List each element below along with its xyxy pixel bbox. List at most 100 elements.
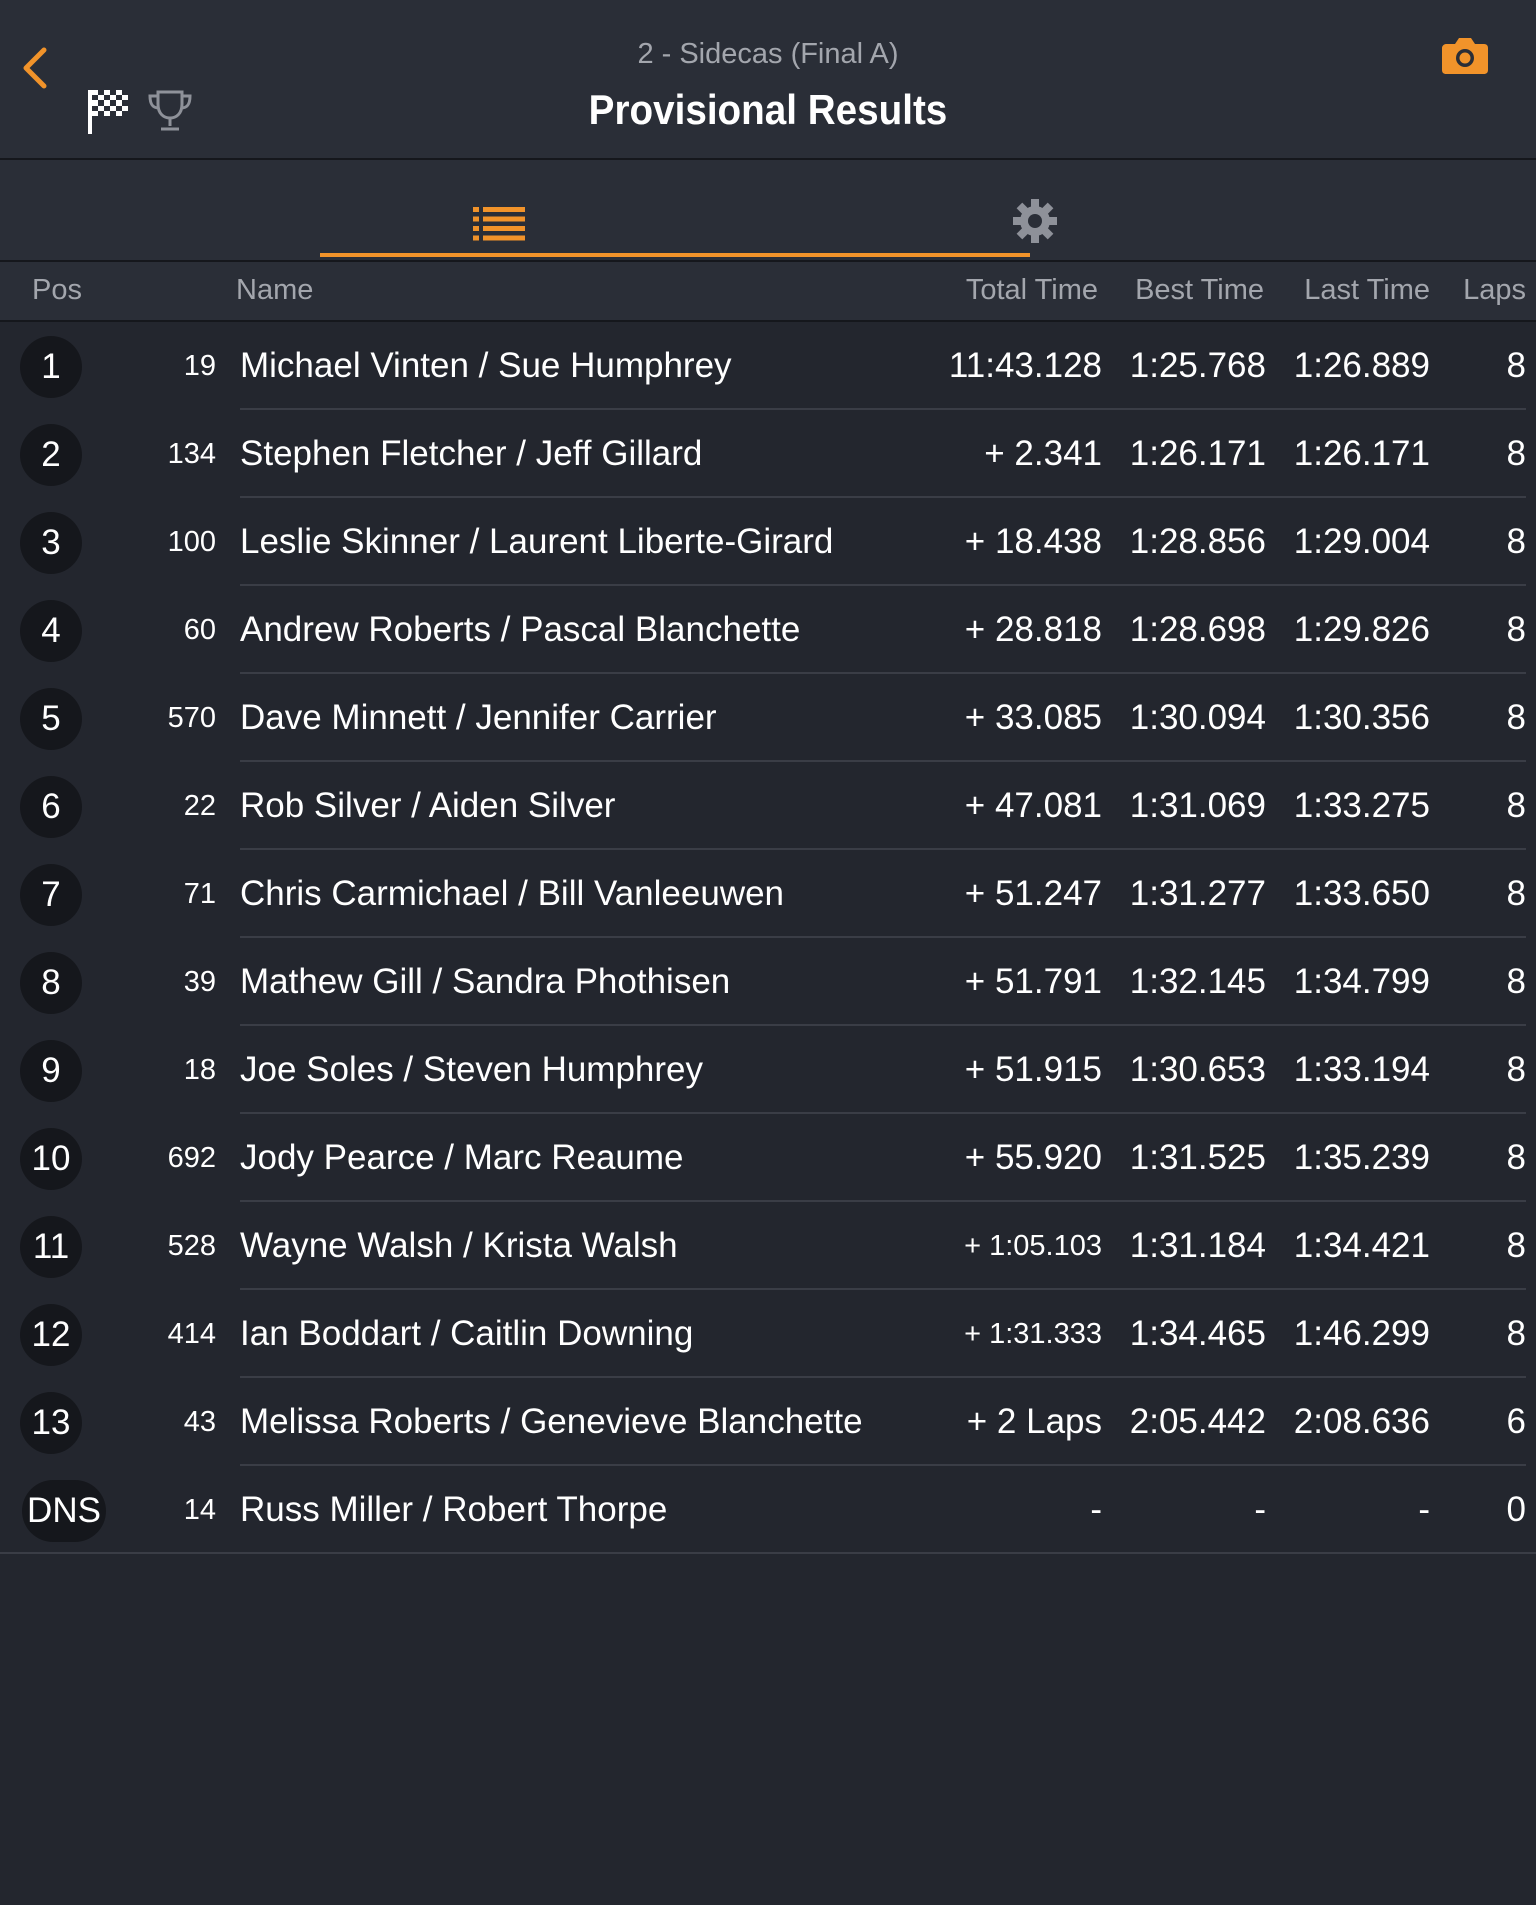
page-title: Provisional Results (588, 86, 948, 133)
race-subtitle: 2 - Sidecas (Final A) (637, 38, 899, 70)
laps-count: 8 (1506, 1314, 1526, 1353)
position-badge: 6 (20, 776, 82, 838)
racer-names: Andrew Roberts / Pascal Blanchette (240, 610, 801, 649)
position-badge: DNS (22, 1480, 106, 1542)
laps-count: 0 (1506, 1490, 1526, 1529)
racer-names: Ian Boddart / Caitlin Downing (240, 1314, 694, 1353)
column-header-total-time[interactable]: Total Time (966, 274, 1098, 307)
table-row[interactable]: 8 39 Mathew Gill / Sandra Phothisen + 51… (0, 938, 1536, 1026)
racer-number: 570 (167, 702, 216, 734)
best-time: 1:30.653 (1129, 1050, 1266, 1089)
total-time: - (1090, 1490, 1102, 1529)
racer-names: Joe Soles / Steven Humphrey (240, 1050, 704, 1089)
best-time: 1:28.698 (1129, 610, 1266, 649)
last-time: 1:33.275 (1293, 786, 1430, 825)
racer-number: 134 (167, 438, 216, 470)
total-time: + 2 Laps (966, 1402, 1102, 1441)
total-time: 11:43.128 (948, 346, 1102, 385)
position-badge: 5 (20, 688, 82, 750)
row-divider (0, 1552, 1536, 1554)
best-time: 1:31.277 (1129, 874, 1266, 913)
total-time: + 18.438 (964, 522, 1102, 561)
racer-names: Stephen Fletcher / Jeff Gillard (240, 434, 703, 473)
column-header-best-time[interactable]: Best Time (1135, 274, 1264, 307)
laps-count: 6 (1506, 1402, 1526, 1441)
racer-number: 414 (167, 1318, 216, 1350)
table-row[interactable]: 2 134 Stephen Fletcher / Jeff Gillard + … (0, 410, 1536, 498)
camera-icon[interactable] (1440, 36, 1490, 76)
total-time: + 2.341 (984, 434, 1102, 473)
table-row[interactable]: 6 22 Rob Silver / Aiden Silver + 47.081 … (0, 762, 1536, 850)
best-time: - (1254, 1490, 1266, 1529)
racer-names: Melissa Roberts / Genevieve Blanchette (240, 1402, 863, 1441)
column-header-pos[interactable]: Pos (32, 274, 82, 307)
best-time: 1:30.094 (1129, 698, 1266, 737)
total-time: + 1:31.333 (964, 1318, 1102, 1350)
table-row[interactable]: 12 414 Ian Boddart / Caitlin Downing + 1… (0, 1290, 1536, 1378)
racer-number: 19 (183, 350, 216, 382)
position-badge: 3 (20, 512, 82, 574)
racer-names: Russ Miller / Robert Thorpe (240, 1490, 668, 1529)
laps-count: 8 (1506, 962, 1526, 1001)
position-badge: 13 (20, 1392, 82, 1454)
table-row[interactable]: 7 71 Chris Carmichael / Bill Vanleeuwen … (0, 850, 1536, 938)
racer-names: Wayne Walsh / Krista Walsh (240, 1226, 678, 1265)
table-row[interactable]: 11 528 Wayne Walsh / Krista Walsh + 1:05… (0, 1202, 1536, 1290)
table-row[interactable]: 4 60 Andrew Roberts / Pascal Blanchette … (0, 586, 1536, 674)
table-row[interactable]: DNS 14 Russ Miller / Robert Thorpe - - -… (0, 1466, 1536, 1554)
total-time: + 51.915 (964, 1050, 1102, 1089)
last-time: 1:33.194 (1293, 1050, 1430, 1089)
last-time: 1:33.650 (1293, 874, 1430, 913)
laps-count: 8 (1506, 610, 1526, 649)
last-time: 1:26.889 (1293, 346, 1430, 385)
last-time: 1:29.004 (1293, 522, 1430, 561)
table-row[interactable]: 1 19 Michael Vinten / Sue Humphrey 11:43… (0, 322, 1536, 410)
selected-tab-indicator (320, 253, 1030, 257)
position-badge: 4 (20, 600, 82, 662)
laps-count: 8 (1506, 434, 1526, 473)
column-header-name[interactable]: Name (236, 274, 313, 307)
position-badge: 10 (20, 1128, 82, 1190)
column-header-row: Pos Name Total Time Best Time Last Time … (0, 262, 1536, 322)
racer-number: 60 (183, 614, 216, 646)
column-header-laps[interactable]: Laps (1463, 274, 1526, 307)
racer-number: 39 (183, 966, 216, 998)
last-time: 1:26.171 (1293, 434, 1430, 473)
table-row[interactable]: 13 43 Melissa Roberts / Genevieve Blanch… (0, 1378, 1536, 1466)
racer-number: 528 (167, 1230, 216, 1262)
list-icon (473, 207, 525, 241)
total-time: + 51.791 (964, 962, 1102, 1001)
racer-names: Leslie Skinner / Laurent Liberte-Girard (240, 522, 834, 561)
position-badge: 12 (20, 1304, 82, 1366)
column-header-last-time[interactable]: Last Time (1304, 274, 1430, 307)
laps-count: 8 (1506, 346, 1526, 385)
last-time: - (1418, 1490, 1430, 1529)
best-time: 1:34.465 (1129, 1314, 1266, 1353)
best-time: 1:32.145 (1129, 962, 1266, 1001)
laps-count: 8 (1506, 874, 1526, 913)
total-time: + 1:05.103 (964, 1230, 1102, 1262)
best-time: 1:25.768 (1129, 346, 1266, 385)
racer-names: Michael Vinten / Sue Humphrey (240, 346, 732, 385)
best-time: 1:31.069 (1129, 786, 1266, 825)
position-badge: 11 (20, 1216, 82, 1278)
position-badge: 1 (20, 336, 82, 398)
last-time: 1:34.421 (1293, 1226, 1430, 1265)
total-time: + 51.247 (964, 874, 1102, 913)
table-row[interactable]: 5 570 Dave Minnett / Jennifer Carrier + … (0, 674, 1536, 762)
last-time: 2:08.636 (1293, 1402, 1430, 1441)
last-time: 1:35.239 (1293, 1138, 1430, 1177)
table-row[interactable]: 3 100 Leslie Skinner / Laurent Liberte-G… (0, 498, 1536, 586)
table-row[interactable]: 9 18 Joe Soles / Steven Humphrey + 51.91… (0, 1026, 1536, 1114)
table-row[interactable]: 10 692 Jody Pearce / Marc Reaume + 55.92… (0, 1114, 1536, 1202)
total-time: + 47.081 (964, 786, 1102, 825)
tab-results-list[interactable] (320, 160, 675, 258)
navigation-header: 2 - Sidecas (Final A) Provisional Result… (0, 0, 1536, 160)
laps-count: 8 (1506, 1138, 1526, 1177)
racer-names: Dave Minnett / Jennifer Carrier (240, 698, 717, 737)
total-time: + 33.085 (964, 698, 1102, 737)
tab-settings[interactable] (675, 160, 1057, 258)
laps-count: 8 (1506, 1050, 1526, 1089)
racer-names: Mathew Gill / Sandra Phothisen (240, 962, 731, 1001)
view-tabs (0, 160, 1536, 262)
